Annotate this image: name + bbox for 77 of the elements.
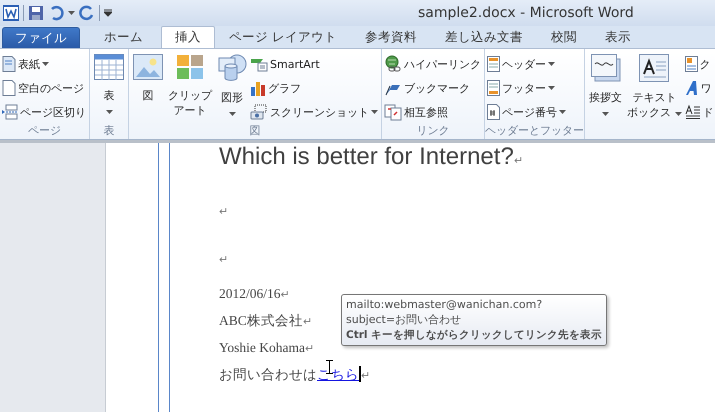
ribbon-button[interactable]: ハイパーリンク: [384, 53, 482, 75]
group-label: ページ: [28, 124, 61, 137]
ribbon-tab[interactable]: 表示: [590, 26, 645, 48]
hyperlink[interactable]: こちら: [317, 367, 359, 382]
body-text: Yoshie Kohama: [219, 340, 306, 355]
ribbon-large-button[interactable]: 挨拶文: [587, 52, 624, 123]
header-icon: [487, 56, 500, 72]
ribbon-button[interactable]: ブックマーク: [384, 77, 482, 99]
save-icon: [28, 5, 44, 21]
ribbon-tab[interactable]: 挿入: [161, 26, 215, 48]
blank-page-icon: [2, 80, 16, 96]
ribbon-tab[interactable]: 参考資料: [350, 26, 431, 48]
quick-parts-icon: [684, 56, 698, 72]
ribbon-tab[interactable]: 差し込み文書: [430, 26, 537, 48]
bar-chart-icon: [250, 80, 266, 96]
paragraph-mark: ↵: [280, 288, 290, 301]
table-icon: [94, 54, 124, 80]
caret-icon: [68, 11, 75, 15]
group-label: リンク: [416, 124, 450, 137]
customize-menu-icon: [104, 9, 112, 17]
ribbon-large-button[interactable]: 図形: [215, 52, 249, 123]
page-break-icon: [2, 104, 18, 120]
ribbon-button[interactable]: ワ: [684, 77, 714, 99]
group-label: 表: [104, 124, 114, 137]
greeting-card-icon: [590, 54, 620, 82]
ribbon-tab[interactable]: ページ レイアウト: [215, 26, 351, 48]
ribbon-large-button[interactable]: 図: [131, 52, 165, 123]
ribbon-button[interactable]: ド: [684, 101, 714, 123]
ribbon-button[interactable]: スクリーンショット: [250, 101, 379, 123]
ribbon-large-button[interactable]: クリップ アート: [166, 52, 214, 123]
undo-icon: [48, 5, 64, 21]
screenshot-icon: [250, 104, 268, 120]
picture-icon: [133, 54, 163, 80]
ribbon-tab[interactable]: 校閲: [536, 26, 591, 48]
word-logo-icon: [3, 5, 19, 21]
ribbon-button[interactable]: 表紙: [2, 53, 87, 75]
ribbon-button[interactable]: SmartArt: [250, 53, 379, 75]
window-title: sample2.docx - Microsoft Word: [418, 5, 634, 21]
clip-art-icon: [176, 54, 204, 80]
paragraph-mark: ↵: [219, 252, 228, 266]
group-label: 図: [250, 124, 260, 137]
tooltip-hint: Ctrl キーを押しながらクリックしてリンク先を表示: [346, 328, 602, 343]
body-text: ABC株式会社: [219, 313, 303, 328]
ribbon-button[interactable]: フッター: [487, 77, 567, 99]
smartart-icon: [250, 56, 268, 72]
ribbon-button[interactable]: ページ番号: [487, 101, 567, 123]
body-text: お問い合わせは: [219, 367, 317, 382]
ribbon-button[interactable]: 相互参照: [384, 101, 482, 123]
ribbon-large-button[interactable]: 表: [92, 52, 126, 123]
i-beam-cursor-icon: [326, 360, 333, 374]
footer-icon: [487, 80, 500, 96]
ribbon-button[interactable]: ク: [684, 53, 714, 75]
ribbon-tab[interactable]: ホーム: [90, 26, 157, 48]
document-heading: Which is better for Internet?↵: [219, 143, 523, 172]
ribbon-button[interactable]: 空白のページ: [2, 77, 87, 99]
tooltip-text: mailto:webmaster@wanichan.com?: [346, 297, 542, 312]
paragraph-mark: ↵: [302, 315, 312, 328]
text-box-icon: [639, 54, 670, 82]
drop-cap-icon: [684, 104, 700, 120]
ribbon-button[interactable]: ヘッダー: [487, 53, 567, 75]
globe-link-icon: [384, 55, 402, 73]
cover-page-icon: [2, 56, 16, 72]
paragraph-mark: ↵: [219, 204, 228, 218]
redo-icon: [79, 5, 95, 21]
body-text: 2012/06/16: [219, 286, 281, 301]
paragraph-mark: ↵: [361, 369, 370, 382]
cross-reference-icon: [384, 104, 402, 120]
page-number-icon: [487, 104, 500, 120]
wordart-icon: [684, 80, 698, 96]
tooltip-text: subject=お問い合わせ: [346, 312, 462, 327]
paragraph-mark: ↵: [305, 342, 314, 355]
ribbon-tab[interactable]: ファイル: [2, 27, 80, 48]
ribbon-large-button[interactable]: テキスト ボックス: [625, 52, 684, 123]
group-label: ヘッダーとフッター: [485, 124, 584, 137]
ribbon-button[interactable]: ページ区切り: [2, 101, 87, 123]
ribbon-button[interactable]: グラフ: [250, 77, 379, 99]
shapes-icon: [217, 54, 247, 82]
